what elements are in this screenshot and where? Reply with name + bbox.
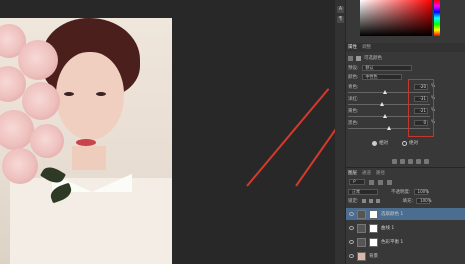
layer-row[interactable]: 曲线 1	[346, 222, 465, 234]
absolute-radio-icon	[402, 140, 407, 146]
blend-opacity-row: 正常 不透明度: 100%	[348, 189, 429, 195]
layer-row[interactable]: 背景	[346, 250, 465, 262]
photo-face	[56, 52, 124, 140]
clip-to-layer-icon[interactable]	[392, 159, 397, 164]
lock-pixels-icon[interactable]	[361, 199, 366, 203]
adjustment-title-row: 可选颜色	[348, 55, 382, 61]
tab-layers[interactable]: 图层	[348, 170, 357, 176]
paragraph-tool-icon[interactable]: ¶	[337, 16, 344, 23]
relative-radio-icon	[372, 140, 377, 146]
preset-select[interactable]: 默认	[361, 65, 412, 71]
mask-thumbnail[interactable]	[369, 237, 378, 247]
layer-row[interactable]: 色彩平衡 1	[346, 236, 465, 248]
visibility-icon[interactable]	[416, 159, 421, 164]
filter-text-icon[interactable]	[387, 179, 392, 185]
lock-position-icon[interactable]	[368, 199, 373, 203]
tab-channels[interactable]: 通道	[362, 170, 371, 176]
filter-adjust-icon[interactable]	[378, 179, 383, 185]
black-thumb[interactable]	[387, 126, 391, 130]
mask-icon[interactable]	[356, 55, 361, 61]
layer-row[interactable]: 选取颜色 1	[346, 208, 465, 220]
layer-kind-filter[interactable]: ρ	[349, 179, 365, 185]
photo-left-eye	[64, 92, 74, 96]
rose-6	[30, 124, 64, 158]
color-picker-field[interactable]	[360, 0, 432, 36]
layer-visibility-icon[interactable]	[349, 254, 354, 258]
cyan-label: 青色:	[348, 85, 359, 90]
adjustment-thumbnail	[357, 223, 366, 233]
colors-select[interactable]: 中性色	[361, 74, 402, 80]
panel-divider	[346, 167, 465, 168]
filter-image-icon[interactable]	[369, 179, 374, 185]
layer-name: 曲线 1	[381, 226, 395, 231]
layer-visibility-icon[interactable]	[349, 226, 354, 230]
photo-dress	[10, 178, 172, 264]
lock-fill-row: 锁定: 填充: 100%	[348, 198, 432, 204]
photo-lips	[76, 139, 96, 146]
layers-tabs: 图层 通道 路径	[346, 169, 385, 177]
tab-adjustments[interactable]: 调整	[362, 44, 371, 50]
rose-4	[22, 82, 60, 120]
absolute-radio[interactable]: 绝对	[402, 140, 418, 146]
rose-5	[0, 110, 34, 150]
character-tool-icon[interactable]: A	[337, 6, 344, 13]
image-thumbnail	[357, 251, 366, 261]
mask-thumbnail[interactable]	[369, 223, 378, 233]
adjustment-thumbnail	[357, 237, 366, 247]
preset-label: 预设:	[348, 66, 359, 71]
portrait-photo	[0, 18, 172, 264]
layer-name: 背景	[369, 254, 378, 259]
adjustment-icon	[348, 55, 353, 61]
lock-label: 锁定:	[348, 199, 359, 204]
hue-slider[interactable]	[434, 0, 440, 36]
blend-mode-select[interactable]: 正常	[348, 189, 378, 195]
opacity-label: 不透明度:	[391, 190, 411, 195]
properties-tabs: 属性 调整	[346, 43, 371, 51]
rose-2	[18, 40, 58, 80]
preset-row: 预设: 默认	[348, 65, 412, 71]
reset-icon[interactable]	[408, 159, 413, 164]
panel-icon-strip: A ¶	[335, 0, 346, 264]
layer-name: 色彩平衡 1	[381, 240, 404, 245]
adjustment-thumbnail	[357, 209, 366, 219]
layer-visibility-icon[interactable]	[349, 212, 354, 216]
lock-all-icon[interactable]	[375, 199, 380, 203]
cyan-thumb[interactable]	[382, 90, 387, 94]
relative-radio[interactable]: 相对	[372, 140, 388, 146]
adjustment-title: 可选颜色	[364, 56, 382, 61]
magenta-label: 洋红:	[348, 97, 359, 102]
fill-label: 填充:	[402, 199, 414, 204]
properties-footer-icons	[392, 159, 429, 164]
document-canvas[interactable]	[0, 0, 335, 264]
black-label: 黑色:	[348, 121, 359, 126]
yellow-label: 黄色:	[348, 109, 359, 114]
absolute-label: 绝对	[409, 141, 418, 146]
photo-neck	[72, 146, 106, 170]
mask-thumbnail[interactable]	[369, 209, 378, 219]
photo-right-eye	[96, 92, 106, 96]
relative-label: 相对	[379, 141, 388, 146]
layers-filter-row: ρ	[346, 178, 465, 186]
yellow-thumb[interactable]	[382, 114, 387, 118]
view-previous-icon[interactable]	[400, 159, 405, 164]
tab-properties[interactable]: 属性	[348, 44, 357, 50]
layer-visibility-icon[interactable]	[349, 240, 354, 244]
fill-input[interactable]: 100%	[416, 198, 432, 204]
opacity-input[interactable]: 100%	[413, 189, 429, 195]
magenta-thumb[interactable]	[380, 102, 385, 106]
delete-icon[interactable]	[424, 159, 429, 164]
layer-name: 选取颜色 1	[381, 212, 404, 217]
tab-paths[interactable]: 路径	[376, 170, 385, 176]
colors-row: 颜色: 中性色	[348, 74, 402, 80]
rose-7	[2, 148, 38, 184]
colors-label: 颜色:	[348, 75, 359, 80]
highlighted-values-box	[408, 79, 434, 137]
